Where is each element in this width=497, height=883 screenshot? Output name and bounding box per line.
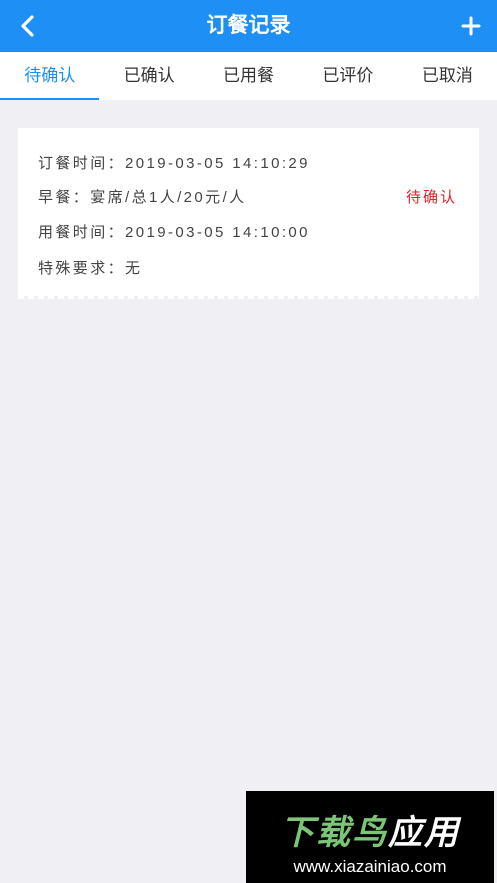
tab-reviewed[interactable]: 已评价: [298, 52, 397, 100]
tab-dined[interactable]: 已用餐: [199, 52, 298, 100]
status-badge: 待确认: [405, 189, 457, 206]
page-title: 订餐记录: [206, 14, 291, 37]
watermark: 下载鸟应用 www.xiazainiao.com: [246, 791, 494, 883]
dining-time: 用餐时间：2019-03-05 14:10:00: [38, 224, 310, 241]
add-order-button[interactable]: [455, 10, 487, 42]
watermark-url: www.xiazainiao.com: [293, 857, 447, 876]
chevron-left-icon: [21, 15, 34, 37]
tab-cancelled[interactable]: 已取消: [398, 52, 497, 100]
tab-confirmed[interactable]: 已确认: [99, 52, 198, 100]
plus-icon: [461, 16, 481, 36]
meal-info: 早餐：宴席/总1人/20元/人: [38, 189, 247, 206]
tab-pending[interactable]: 待确认: [0, 52, 100, 100]
status-tabs: 待确认 已确认 已用餐 已评价 已取消: [0, 52, 497, 100]
order-card[interactable]: 订餐时间：2019-03-05 14:10:29 早餐：宴席/总1人/20元/人…: [18, 128, 479, 299]
top-app-bar: 订餐记录: [0, 0, 497, 52]
special-request: 特殊要求：无: [38, 260, 143, 277]
back-button[interactable]: [12, 10, 44, 42]
order-time: 订餐时间：2019-03-05 14:10:29: [38, 155, 310, 172]
watermark-logo: 下载鸟应用: [280, 814, 460, 852]
